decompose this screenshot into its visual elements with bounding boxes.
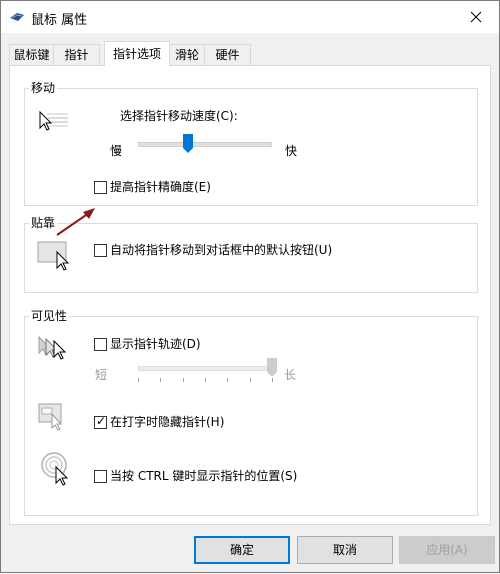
show-location-label: 当按 CTRL 键时显示指针的位置(S) <box>110 469 298 483</box>
snap-group <box>24 223 478 293</box>
pointer-trails-track <box>138 366 274 371</box>
motion-group-title: 移动 <box>29 81 58 95</box>
snap-to-default-label: 自动将指针移动到对话框中的默认按钮(U) <box>110 243 333 257</box>
snap-group-title: 贴靠 <box>29 216 58 230</box>
long-label: 长 <box>284 368 297 382</box>
snap-to-icon <box>37 241 70 271</box>
pointer-trails-checkbox[interactable]: ✓ <box>94 338 107 351</box>
slider-tick <box>272 378 273 382</box>
slider-tick <box>249 378 251 382</box>
pointer-speed-label: 选择指针移动速度(C): <box>120 109 238 123</box>
pointer-options-panel: 移动 选择指针移动速度(C): 慢 快 ✓ 提高指针精确度(E) 贴靠 ✓ <box>9 65 491 525</box>
slider-tick <box>227 378 229 382</box>
tab-hardware[interactable]: 硬件 <box>204 44 251 65</box>
cancel-button[interactable]: 取消 <box>297 536 393 564</box>
short-label: 短 <box>95 368 108 382</box>
tab-pointer-options[interactable]: 指针选项 <box>104 41 170 66</box>
window-title: 鼠标 属性 <box>31 13 88 28</box>
visibility-group-title: 可见性 <box>29 309 70 323</box>
pointer-trails-label: 显示指针轨迹(D) <box>110 337 201 351</box>
slider-tick <box>182 378 184 382</box>
pointer-speed-icon <box>39 110 68 131</box>
fast-label: 快 <box>285 144 298 158</box>
pointer-speed-track <box>138 142 272 147</box>
slow-label: 慢 <box>110 144 123 158</box>
close-icon <box>470 11 482 23</box>
show-location-icon <box>41 452 69 486</box>
pointer-trails-slider[interactable] <box>267 358 277 378</box>
hide-pointer-label: 在打字时隐藏指针(H) <box>110 415 225 429</box>
show-location-checkbox[interactable]: ✓ <box>94 470 107 483</box>
mouse-app-icon <box>10 13 24 21</box>
slider-tick <box>205 378 206 382</box>
slider-tick <box>160 378 162 382</box>
pointer-trails-icon <box>38 335 67 360</box>
tab-wheel[interactable]: 滑轮 <box>169 44 205 65</box>
mouse-properties-dialog: 鼠标 属性 鼠标键 指针 指针选项 滑轮 硬件 移动 选择指针移动速度(C): … <box>0 0 500 573</box>
motion-group <box>24 88 478 206</box>
check-mark: ✓ <box>96 414 107 428</box>
enhance-precision-label: 提高指针精确度(E) <box>110 180 211 194</box>
visibility-group <box>24 316 478 516</box>
hide-pointer-checkbox[interactable]: ✓ <box>94 414 107 429</box>
ok-button[interactable]: 确定 <box>194 536 290 564</box>
enhance-precision-checkbox[interactable]: ✓ <box>94 181 107 194</box>
tab-buttons[interactable]: 鼠标键 <box>9 44 54 65</box>
apply-button[interactable]: 应用(A) <box>399 536 495 564</box>
hide-pointer-icon <box>38 403 63 431</box>
snap-to-default-checkbox[interactable]: ✓ <box>94 244 107 257</box>
slider-tick <box>138 378 139 382</box>
pointer-speed-slider[interactable] <box>183 134 194 154</box>
close-button[interactable] <box>453 1 499 33</box>
tab-pointers[interactable]: 指针 <box>53 44 100 65</box>
title-bar: 鼠标 属性 <box>1 1 499 33</box>
